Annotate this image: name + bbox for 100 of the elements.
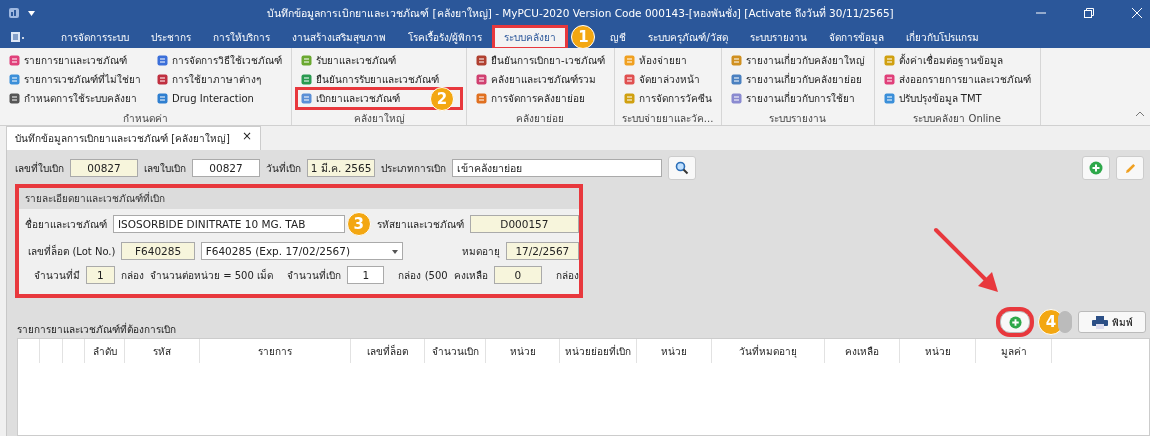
column-header[interactable]: รายการ [200,339,351,363]
document-icon [9,74,20,85]
input-field[interactable]: ISOSORBIDE DINITRATE 10 MG. TAB [113,215,345,233]
menu-tab[interactable]: ระบบคลังยา [495,27,566,47]
ribbon-item[interactable]: รายการเวชภัณฑ์ที่ไม่ใช่ยา [6,71,144,88]
menu-tab[interactable]: ประชากร [142,27,200,47]
printer-icon [1091,315,1108,329]
ribbon-item[interactable]: คลังยาและเวชภัณฑ์รวม [473,71,599,88]
input-field[interactable]: 1 มี.ค. 2565 [307,159,375,177]
ribbon-item[interactable]: ห้องจ่ายยา [620,52,690,69]
ribbon-item[interactable]: รายงานเกี่ยวกับคลังยาใหญ่ [727,52,868,69]
field-label: วันที่เบิก [266,160,301,176]
field-label: ชื่อยาและเวชภัณฑ์ [25,216,107,232]
document-icon [730,55,742,66]
menu-tab[interactable]: งานสร้างเสริมสุขภาพ [283,27,395,47]
dropdown-icon[interactable] [28,10,35,16]
document-icon [730,93,742,104]
column-header[interactable]: หน่วยย่อยที่เบิก [560,339,637,363]
ribbon-item[interactable]: การจัดการคลังยาย่อย [473,90,588,107]
ribbon-group-label: คลังยาใหญ่ [352,112,406,125]
edit-button[interactable] [1116,156,1144,180]
ribbon-group-label: กำหนดค่า [122,112,169,125]
column-header[interactable]: เลขที่ล็อต [351,339,425,363]
per-unit-text: จำนวนต่อหน่วย = 500 เม็ด [150,267,274,283]
ribbon-item[interactable]: การจัดการวัคซีน [620,90,715,107]
menu-tab[interactable]: โรคเรื้อรัง/ผู้พิการ [399,27,492,47]
column-header[interactable]: คงเหลือ [825,339,900,363]
ribbon-item[interactable]: การใช้ยาภาษาต่างๆ [154,71,264,88]
input-field[interactable]: F640285 [121,242,195,260]
unit-label: กล่อง [121,268,144,283]
close-icon[interactable] [1132,8,1142,18]
column-header[interactable]: หน่วย [900,339,976,363]
ribbon-item[interactable]: จัดยาล่วงหน้า [620,71,703,88]
menu-tab[interactable]: การให้บริการ [204,27,279,47]
restore-icon[interactable] [1084,8,1094,18]
table-title: รายการยาและเวชภัณฑ์ที่ต้องการเบิก [17,321,177,337]
ribbon-item[interactable]: รายงานเกี่ยวกับการใช้ยา [727,90,858,107]
column-header[interactable]: รหัส [125,339,200,363]
column-header[interactable]: ลำดับ [85,339,125,363]
input-field[interactable]: D000157 [469,215,579,233]
field-label: เลขที่ใบเบิก [15,160,64,176]
document-icon [476,74,487,85]
menu-tab[interactable]: ระบบครุภัณฑ์/วัสดุ [639,27,737,47]
close-tab-button[interactable]: × [242,131,253,146]
column-header[interactable]: มูลค่า [976,339,1052,363]
field-label: คงเหลือ [453,268,488,283]
search-button[interactable] [668,156,696,180]
document-tab[interactable]: บันทึกข้อมูลการเบิกยาและเวชภัณฑ์ [คลังยาใหญ่] × [6,126,262,150]
step-badge: 1 [571,25,596,49]
document-icon [623,74,635,85]
document-icon [476,93,487,104]
ribbon-item[interactable]: ตั้งค่าเชื่อมต่อฐานข้อมูล [880,52,1006,69]
caret-icon [392,250,399,254]
file-menu-icon[interactable] [10,31,26,43]
input-field[interactable]: 00827 [192,159,260,177]
field-label: หมดอายุ [460,244,500,259]
search-icon [675,161,689,175]
collapse-icon[interactable] [1136,111,1144,117]
column-header[interactable]: หน่วย [486,339,560,363]
menu-tab[interactable]: ระบบรายงาน [740,27,816,47]
column-header[interactable]: หน่วย [637,339,712,363]
print-button[interactable]: พิมพ์ [1078,311,1146,333]
ribbon-item[interactable]: ปรับปรุงข้อมูล TMT [880,90,985,107]
plus-icon [1008,315,1022,329]
input-field[interactable]: 00827 [70,159,138,177]
document-icon [9,55,20,66]
ribbon-item[interactable]: ส่งออกรายการยาและเวชภัณฑ์ [880,71,1034,88]
input-field[interactable]: 1 [347,266,385,284]
input-field[interactable]: 0 [493,266,542,284]
document-icon [730,74,742,85]
ribbon-item[interactable]: ยืนยันการเบิกยา-เวชภัณฑ์ [473,52,608,69]
ribbon-item[interactable]: กำหนดการใช้ระบบคลังยา [6,90,140,107]
ribbon-item[interactable]: ยืนยันการรับยาและเวชภัณฑ์ [298,71,442,88]
document-icon [883,93,895,104]
step-badge: 3 [346,212,371,236]
document-icon [623,55,635,66]
document-icon [157,93,168,104]
field-label: เลขที่ล็อต (Lot No.) [27,243,116,259]
input-field[interactable]: 1 [85,266,115,284]
menu-tab[interactable]: ญชี [601,27,636,47]
lot-dropdown[interactable]: F640285 (Exp. 17/02/2567) [200,242,404,260]
field-label: จำนวนที่มี [32,267,80,283]
ribbon-item[interactable]: รายงานเกี่ยวกับคลังยาย่อย [727,71,865,88]
ribbon-item[interactable]: Drug Interaction [154,90,257,107]
document-icon [157,74,168,85]
document-icon [9,93,20,104]
ribbon-item[interactable]: รายการยาและเวชภัณฑ์ [6,52,130,69]
menu-tab[interactable]: จัดการข้อมูล [819,27,893,47]
window-title: บันทึกข้อมูลการเบิกยาและเวชภัณฑ์ [คลังยาใหญ่] - MyPCU-2020 Version Code 000143-[หองพันชั่ง] [Activate ถึงวันที่ 30/11/2565] [266,5,895,22]
input-field[interactable]: 17/2/2567 [505,242,579,260]
column-header[interactable]: จำนวนเบิก [425,339,486,363]
ribbon-item[interactable]: รับยาและเวชภัณฑ์ [298,52,399,69]
document-icon [301,93,312,104]
column-header[interactable]: วันที่หมดอายุ [712,339,825,363]
menu-tab[interactable]: เกี่ยวกับโปรแกรม [896,27,988,47]
ribbon-item[interactable]: การจัดการวิธีใช้เวชภัณฑ์ [154,52,285,69]
input-field[interactable]: เข้าคลังยาย่อย [452,159,662,177]
add-button[interactable] [1082,156,1110,180]
unit-label: กล่อง (500 [398,268,448,283]
menu-tab[interactable]: การจัดการระบบ [52,27,138,47]
